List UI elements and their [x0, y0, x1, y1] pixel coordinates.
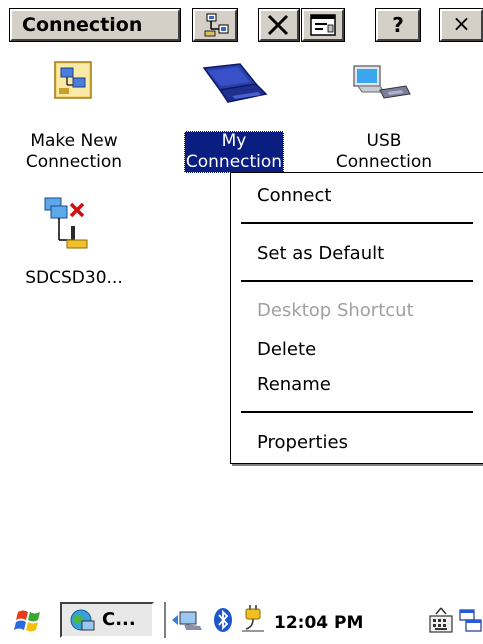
start-button[interactable] [12, 606, 48, 636]
network-status-icon[interactable] [170, 607, 204, 633]
system-tray: 12:04 PM [164, 602, 426, 638]
network-view-button[interactable] [192, 8, 238, 42]
my-connection-label: My Connection [183, 131, 285, 173]
menu-item-connect[interactable]: Connect [257, 185, 331, 207]
sdcsd30-icon[interactable] [43, 196, 89, 252]
sdcsd30-label: SDCSD30... [25, 268, 123, 288]
make-new-connection-label: Make New Connection [25, 131, 123, 172]
properties-icon [310, 14, 336, 36]
menu-separator [241, 280, 473, 282]
clock[interactable]: 12:04 PM [274, 613, 363, 633]
power-plug-icon[interactable] [240, 605, 266, 633]
menu-item-rename[interactable]: Rename [257, 374, 331, 396]
connection-task-icon [70, 609, 95, 631]
usb-connection-label: USB Connection [335, 131, 433, 172]
keyboard-icon [429, 607, 453, 633]
menu-item-desktop-shortcut: Desktop Shortcut [257, 300, 414, 321]
command-bar: Connection ? × [0, 0, 483, 48]
make-new-connection-item[interactable]: Make New Connection [4, 131, 144, 173]
close-button[interactable]: × [439, 8, 483, 42]
taskbar: C... 12:04 PM [0, 596, 483, 644]
menu-separator [241, 222, 473, 224]
my-connection-item[interactable]: My Connection [168, 131, 300, 173]
input-panel-button[interactable] [428, 606, 454, 636]
taskbar-connection-label: C... [102, 609, 136, 630]
windows-flag-icon [14, 610, 40, 632]
usb-connection-item[interactable]: USB Connection [318, 131, 450, 173]
my-connection-icon[interactable] [198, 60, 270, 108]
delete-button[interactable] [258, 8, 300, 42]
usb-connection-icon[interactable] [350, 64, 414, 108]
taskbar-connection-button[interactable]: C... [60, 602, 154, 638]
bluetooth-icon[interactable] [210, 607, 236, 633]
delete-x-icon [267, 14, 289, 36]
show-desktop-button[interactable] [458, 606, 483, 636]
context-menu: Connect Set as Default Desktop Shortcut … [230, 172, 483, 464]
help-button[interactable]: ? [375, 8, 421, 42]
sdcsd30-item[interactable]: SDCSD30... [4, 268, 144, 289]
desktop-windows-icon [459, 609, 482, 632]
menu-item-delete[interactable]: Delete [257, 339, 316, 361]
make-new-connection-icon[interactable] [53, 58, 93, 102]
network-view-icon [204, 13, 229, 37]
menu-item-set-as-default[interactable]: Set as Default [257, 243, 384, 265]
title-button[interactable]: Connection [9, 8, 181, 42]
menu-item-properties[interactable]: Properties [257, 432, 348, 454]
properties-button[interactable] [301, 8, 345, 42]
menu-separator [241, 411, 473, 413]
